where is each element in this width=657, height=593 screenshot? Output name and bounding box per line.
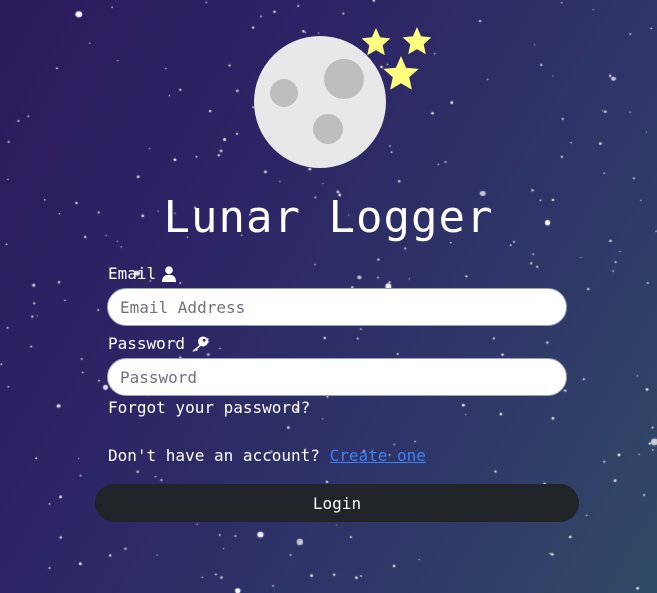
app-title: Lunar Logger	[163, 192, 494, 243]
create-account-link[interactable]: Create one	[330, 446, 426, 465]
password-input[interactable]	[107, 358, 567, 396]
star-icon	[361, 28, 391, 56]
password-label-text: Password	[108, 334, 186, 353]
email-label-text: Email	[108, 264, 157, 283]
lunar-logo	[254, 27, 432, 168]
login-button[interactable]: Login	[95, 484, 579, 522]
login-page: Lunar Logger Email Password Forgot your …	[0, 0, 657, 593]
user-icon	[162, 265, 177, 282]
key-icon	[192, 336, 209, 352]
signup-prompt: Don't have an account?	[108, 446, 320, 465]
email-label: Email	[108, 264, 177, 283]
star-icon	[383, 56, 419, 90]
forgot-password-link[interactable]: Forgot your password?	[108, 398, 310, 417]
star-icon	[402, 27, 432, 55]
password-label: Password	[108, 334, 209, 353]
moon-icon	[254, 36, 386, 168]
signup-row: Don't have an account? Create one	[108, 446, 426, 465]
email-input[interactable]	[107, 288, 567, 326]
